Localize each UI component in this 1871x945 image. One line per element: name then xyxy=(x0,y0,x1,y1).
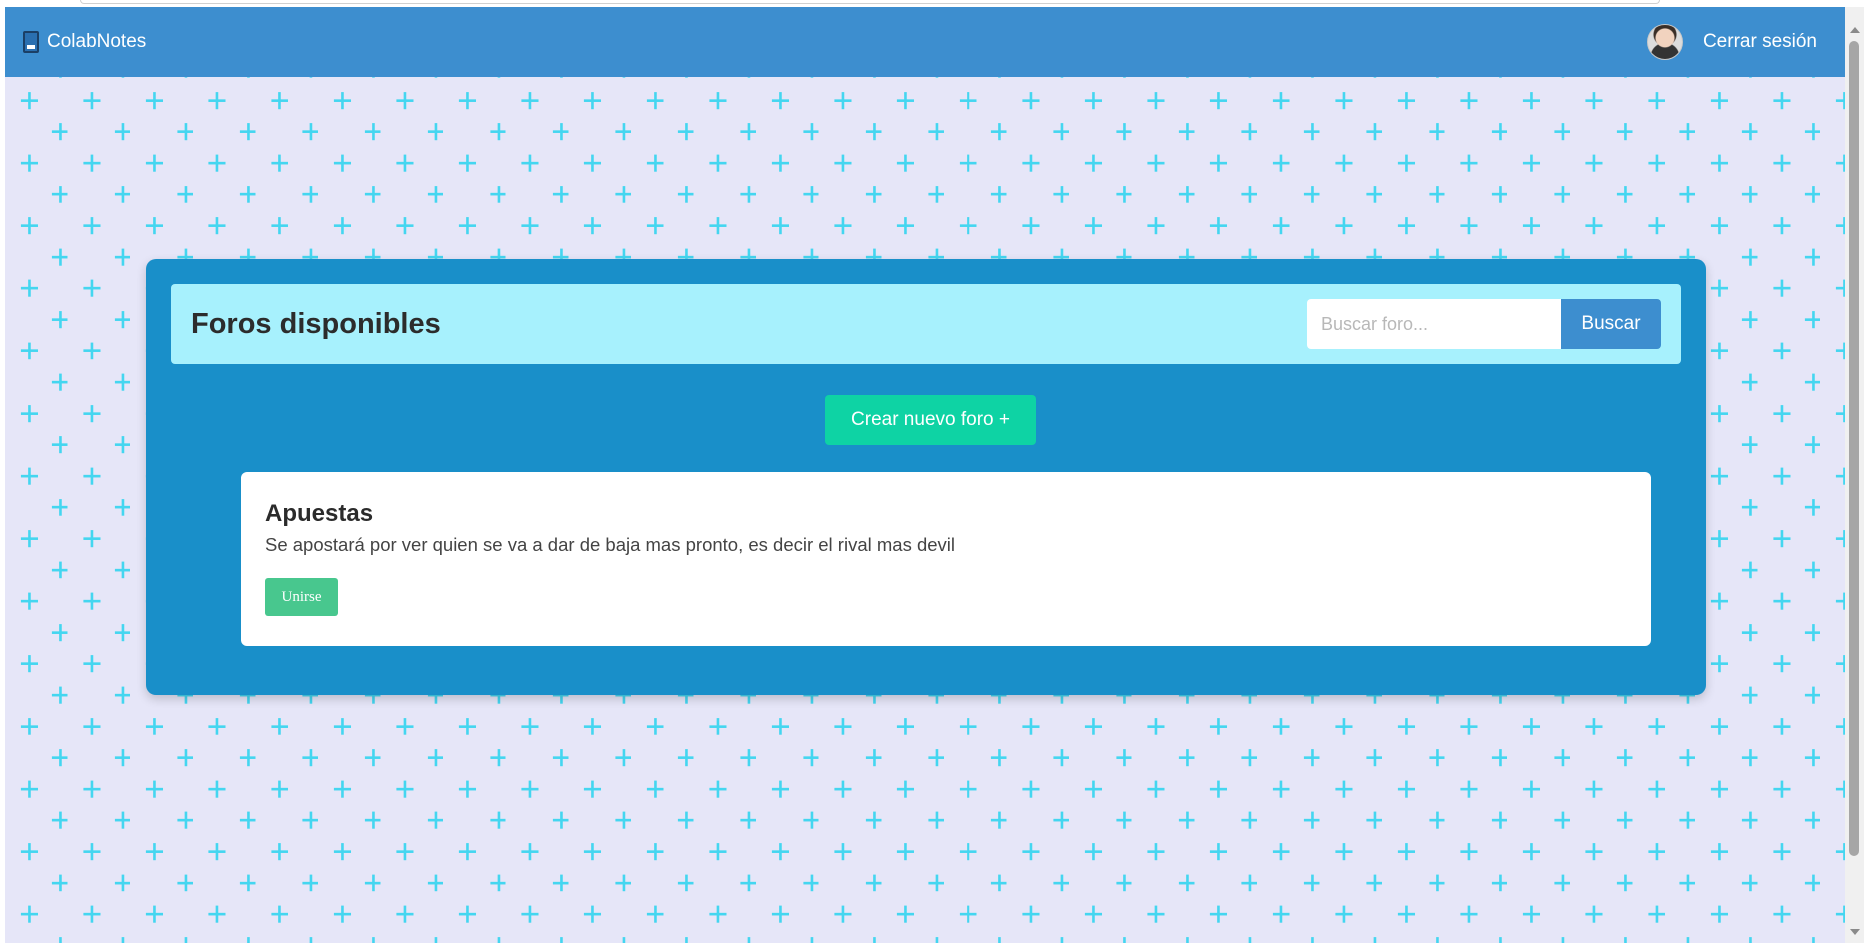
brand-link[interactable]: ColabNotes xyxy=(23,31,146,53)
page-title: Foros disponibles xyxy=(191,307,441,340)
join-forum-button[interactable]: Unirse xyxy=(265,578,338,616)
forum-search-form: Buscar xyxy=(1307,299,1661,349)
top-navbar: ColabNotes Cerrar sesión xyxy=(5,7,1845,77)
create-forum-button[interactable]: Crear nuevo foro + xyxy=(825,395,1036,445)
logout-link[interactable]: Cerrar sesión xyxy=(1703,31,1817,53)
avatar[interactable] xyxy=(1646,24,1683,60)
forum-title: Apuestas xyxy=(265,500,374,527)
forums-panel: Foros disponibles Buscar Crear nuevo for… xyxy=(146,259,1706,695)
brand-label: ColabNotes xyxy=(47,31,147,52)
forums-panel-header: Foros disponibles Buscar xyxy=(171,284,1681,364)
browser-top-strip xyxy=(0,0,1871,7)
navbar-user-area: Cerrar sesión xyxy=(1646,24,1817,60)
scroll-down-icon[interactable] xyxy=(1850,929,1860,935)
vertical-scrollbar[interactable] xyxy=(1845,7,1864,943)
forum-description: Se apostará por ver quien se va a dar de… xyxy=(265,534,956,555)
browser-address-bar-edge xyxy=(80,0,1660,4)
scroll-up-icon[interactable] xyxy=(1850,27,1860,33)
search-input[interactable] xyxy=(1307,299,1561,349)
scrollbar-thumb[interactable] xyxy=(1849,41,1859,856)
search-button[interactable]: Buscar xyxy=(1561,299,1661,349)
list-item: Apuestas Se apostará por ver quien se va… xyxy=(241,472,1651,646)
page-viewport: ColabNotes Cerrar sesión Foros disponibl… xyxy=(5,7,1845,943)
book-icon xyxy=(23,31,39,53)
